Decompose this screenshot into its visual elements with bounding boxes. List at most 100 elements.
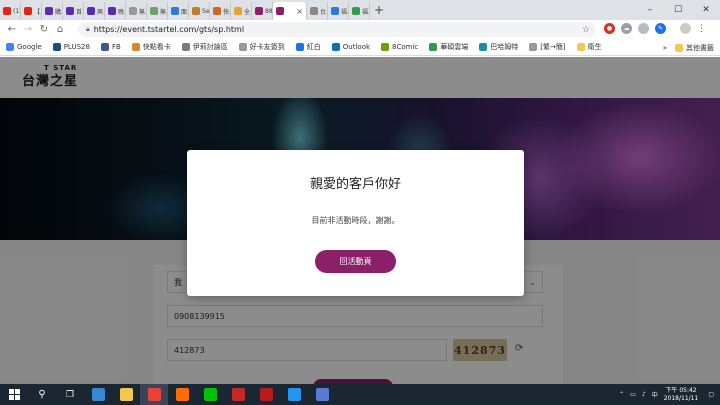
bookmark-item[interactable]: Outlook <box>331 43 370 51</box>
search-icon[interactable]: ⚲ <box>28 384 56 405</box>
browser-tab[interactable]: 晚… <box>105 2 126 20</box>
browser-tab[interactable]: 【… <box>21 2 42 20</box>
bookmark-star-icon[interactable]: ☆ <box>582 25 590 35</box>
app-icon <box>91 388 105 401</box>
maximize-button[interactable]: ☐ <box>664 5 692 15</box>
browser-tab[interactable]: 面… <box>168 2 189 20</box>
browser-tab[interactable]: (1)… <box>0 2 21 20</box>
notification-icon[interactable]: ▢ <box>708 391 720 398</box>
taskbar-app-icon[interactable] <box>140 384 168 405</box>
back-icon[interactable]: ← <box>4 24 20 35</box>
taskbar-app-icon[interactable] <box>280 384 308 405</box>
bookmark-item[interactable]: 華碩雲端 <box>429 42 468 52</box>
bookmark-favicon-icon <box>576 43 585 51</box>
tab-favicon-icon <box>352 7 360 15</box>
browser-tab[interactable]: 福… <box>328 2 349 20</box>
bookmark-label: 好卡友簽到 <box>249 43 285 51</box>
browser-tab[interactable]: 無… <box>147 2 168 20</box>
browser-tab[interactable]: 首… <box>63 2 84 20</box>
bookmark-item[interactable]: 伊莉討論區 <box>181 42 228 52</box>
tab-close-icon[interactable]: × <box>296 7 303 16</box>
start-button[interactable] <box>0 384 28 405</box>
new-tab-button[interactable]: + <box>370 3 388 17</box>
bookmark-item[interactable]: 衛生 <box>576 42 602 52</box>
taskbar-app-icon[interactable] <box>84 384 112 405</box>
home-icon[interactable]: ⌂ <box>52 24 68 35</box>
bookmark-item[interactable]: 8Comic <box>381 43 418 51</box>
profile-avatar[interactable] <box>680 23 691 34</box>
dialog-title: 親愛的客戶你好 <box>309 177 401 192</box>
taskbar-apps <box>84 384 336 405</box>
browser-tab-active[interactable]: × <box>273 2 307 20</box>
clock-date: 2018/11/11 <box>663 394 699 402</box>
tab-title: 【… <box>34 8 41 16</box>
extension-cloud-icon[interactable]: ☁ <box>621 23 632 34</box>
minimize-button[interactable]: – <box>636 5 664 15</box>
clock-time: 下午 05:42 <box>665 386 697 394</box>
bookmark-item[interactable]: FB <box>100 43 121 51</box>
tab-favicon-icon <box>150 7 158 15</box>
task-view-icon[interactable]: ❐ <box>56 384 84 405</box>
browser-tab[interactable]: 購… <box>42 2 63 20</box>
taskbar-app-icon[interactable] <box>112 384 140 405</box>
browser-tab[interactable]: 88 <box>252 2 273 20</box>
close-window-button[interactable]: ✕ <box>692 5 720 15</box>
lock-icon: 🔒︎ <box>86 25 90 33</box>
bookmark-item[interactable]: [繁→簡] <box>529 42 566 52</box>
other-bookmarks-folder[interactable]: 其他書籤 <box>675 43 714 53</box>
extension-pen-icon[interactable]: ✎ <box>655 23 666 34</box>
tab-title: Seu <box>202 7 210 15</box>
reload-icon[interactable]: ↻ <box>36 24 52 35</box>
bookmark-item[interactable]: 快點看卡 <box>131 42 171 52</box>
bookmark-item[interactable]: 紅白 <box>295 42 321 52</box>
volume-icon[interactable]: ♪ <box>642 391 646 398</box>
app-icon <box>315 388 329 401</box>
taskbar-clock[interactable]: 下午 05:42 2018/11/11 <box>664 387 703 403</box>
address-bar[interactable]: 🔒︎ https://event.tstartel.com/gts/sp.htm… <box>78 22 596 37</box>
browser-tab[interactable]: 全… <box>231 2 252 20</box>
taskbar-app-icon[interactable] <box>252 384 280 405</box>
tab-favicon-icon <box>310 7 318 15</box>
bookmark-favicon-icon <box>6 43 14 51</box>
bookmarks-more-button[interactable]: » <box>663 44 667 52</box>
extension-stop-icon[interactable]: ● <box>604 23 615 34</box>
tab-favicon-icon <box>24 7 32 15</box>
bookmark-item[interactable]: PLUS28 <box>52 43 90 51</box>
window-controls: – ☐ ✕ <box>636 0 720 20</box>
tab-favicon-icon <box>192 7 200 15</box>
browser-tab[interactable]: 無… <box>126 2 147 20</box>
extension-gray-icon[interactable] <box>638 23 649 34</box>
ime-icon[interactable]: 中 <box>652 390 658 399</box>
browser-tab[interactable]: 興… <box>84 2 105 20</box>
browser-tab[interactable]: 台… <box>307 2 328 20</box>
tab-favicon-icon <box>87 7 95 15</box>
tab-title: 無… <box>139 8 146 16</box>
menu-icon[interactable]: ⋮ <box>697 24 706 34</box>
browser-tab[interactable]: 快… <box>210 2 231 20</box>
forward-icon[interactable]: → <box>20 24 36 35</box>
browser-tab[interactable]: Seu <box>189 2 210 20</box>
bookmark-item[interactable]: 好卡友簽到 <box>238 42 285 52</box>
bookmark-item[interactable]: 巴哈姆特 <box>479 42 518 52</box>
tab-title: 晚… <box>118 8 125 16</box>
network-icon[interactable]: ▭ <box>630 391 636 398</box>
extension-icons: ● ☁ ✎ ⋮ <box>604 23 706 34</box>
tray-chevron-icon[interactable]: ⌃ <box>619 391 624 398</box>
taskbar-app-icon[interactable] <box>196 384 224 405</box>
browser-toolbar: ← → ↻ ⌂ 🔒︎ https://event.tstartel.com/gt… <box>0 20 720 39</box>
tab-favicon-icon <box>66 7 74 15</box>
browser-tab[interactable]: 福… <box>349 2 370 20</box>
tab-title: 快… <box>223 8 230 16</box>
tab-favicon-icon <box>3 7 11 15</box>
taskbar-app-icon[interactable] <box>308 384 336 405</box>
tab-title: 88 <box>265 7 273 15</box>
bookmark-label: Google <box>17 43 42 51</box>
bookmark-favicon-icon <box>52 43 61 51</box>
taskbar-app-icon[interactable] <box>168 384 196 405</box>
taskbar-app-icon[interactable] <box>224 384 252 405</box>
back-to-event-button[interactable]: 回活動頁 <box>315 250 396 273</box>
bookmark-favicon-icon <box>100 43 109 51</box>
tab-title: 無… <box>160 8 167 16</box>
bookmark-item[interactable]: Google <box>6 43 42 51</box>
windows-logo-icon <box>8 389 20 400</box>
